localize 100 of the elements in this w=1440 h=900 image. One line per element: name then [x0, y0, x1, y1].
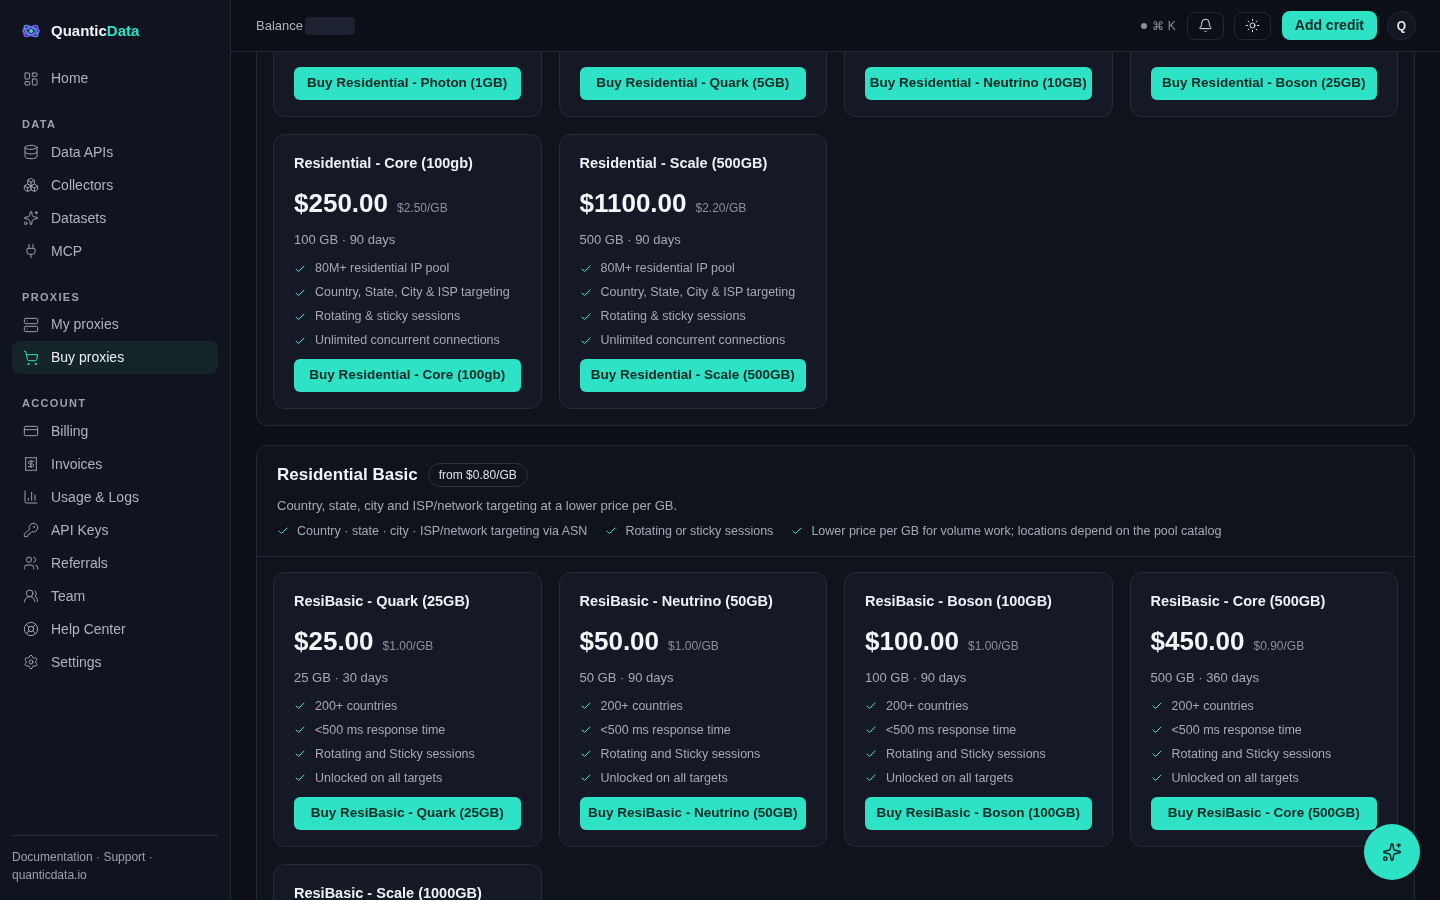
nav-section-heading: DATA [21, 117, 58, 132]
plan-terms: 25 GB · 30 days [294, 668, 389, 687]
plan-feature: Unlocked on all targets [1171, 769, 1299, 787]
plan-price: $25.00 [294, 627, 374, 654]
sidebar-item[interactable]: Help Center [12, 612, 218, 646]
avatar-button[interactable]: Q [1387, 11, 1416, 40]
atom-logo-icon [22, 24, 40, 38]
credit-card-icon [23, 423, 39, 439]
section-feature: Country · state · city · ISP/network targeting via ASN [297, 523, 588, 540]
receipt-icon [23, 456, 39, 472]
plan-terms: 100 GB · 90 days [294, 231, 397, 249]
add-credit-button[interactable]: Add credit [1281, 11, 1377, 40]
plan-feature: 200+ countries [600, 697, 683, 715]
plan-title: ResiBasic - Quark (25GB) [294, 591, 471, 611]
plan-feature: Unlimited concurrent connections [315, 332, 500, 350]
plan-feature: <500 ms response time [600, 721, 731, 739]
sidebar-item[interactable]: My proxies [12, 308, 218, 341]
per-gb-price: $1.00/GB [968, 637, 1019, 655]
plan-feature: 200+ countries [886, 697, 969, 715]
buy-button[interactable]: Buy Residential - Quark (5GB) [579, 67, 806, 100]
sidebar-item[interactable]: Data APIs [12, 135, 218, 169]
sidebar-item[interactable]: Datasets [12, 201, 218, 235]
buy-button[interactable]: Buy Residential - Neutrino (10GB) [865, 67, 1092, 100]
plan-feature: Rotating and Sticky sessions [886, 745, 1046, 763]
plug-icon [23, 243, 39, 259]
bell-icon [1197, 18, 1213, 33]
plan-feature: <500 ms response time [886, 721, 1017, 739]
plan-price: $250.00 [294, 190, 388, 216]
plan-feature: Unlimited concurrent connections [600, 332, 786, 350]
plan-feature: Unlocked on all targets [600, 769, 728, 787]
brand-name: QuanticData [51, 20, 140, 41]
plan-title: ResiBasic - Boson (100GB) [865, 591, 1053, 611]
nav-section-heading: ACCOUNT [21, 396, 88, 411]
buy-button[interactable]: Buy Residential - Core (100gb) [294, 359, 521, 392]
plan-feature: Unlocked on all targets [315, 769, 443, 787]
sidebar-footer-links: Documentation · Support · quanticdata.io [12, 849, 154, 884]
sidebar-item[interactable]: Referrals [12, 546, 218, 580]
plan-feature: Rotating & sticky sessions [600, 308, 746, 326]
buy-button[interactable]: Buy ResiBasic - Core (500GB) [1150, 796, 1377, 830]
buy-button[interactable]: Buy ResiBasic - Neutrino (50GB) [579, 796, 806, 830]
dashboard-icon [23, 70, 39, 87]
notifications-button[interactable] [1186, 11, 1224, 40]
plan-feature: Rotating & sticky sessions [315, 308, 461, 326]
plan-title: Residential - Core (100gb) [294, 154, 474, 173]
lifebuoy-icon [23, 621, 39, 637]
users-icon [23, 555, 39, 571]
plan-feature: Country, State, City & ISP targeting [315, 284, 510, 302]
sidebar-item[interactable]: Billing [12, 414, 218, 448]
buy-button[interactable]: Buy Residential - Photon (1GB) [294, 67, 521, 100]
sidebar-item[interactable]: Collectors [12, 168, 218, 202]
per-gb-price: $2.20/GB [695, 200, 747, 217]
key-icon [23, 522, 39, 538]
plan-price: $450.00 [1150, 627, 1245, 654]
plan-feature: Unlocked on all targets [886, 769, 1014, 787]
plan-title: ResiBasic - Neutrino (50GB) [579, 591, 774, 611]
section-feature: Rotating or sticky sessions [625, 523, 774, 540]
per-gb-price: $2.50/GB [397, 200, 448, 217]
section-title: Residential Basic [277, 464, 418, 486]
plan-feature: <500 ms response time [315, 721, 446, 739]
settings-icon [23, 654, 39, 670]
plan-feature: Rotating and Sticky sessions [315, 745, 475, 763]
sidebar-item[interactable]: MCP [12, 234, 218, 268]
plan-terms: 50 GB · 90 days [579, 668, 675, 687]
buy-button[interactable]: Buy ResiBasic - Quark (25GB) [294, 796, 521, 830]
sidebar-item[interactable]: Invoices [12, 447, 218, 481]
plan-feature: Rotating and Sticky sessions [600, 745, 761, 763]
plan-feature: <500 ms response time [1171, 721, 1302, 739]
buy-button[interactable]: Buy Residential - Boson (25GB) [1150, 67, 1377, 100]
sidebar-item[interactable]: API Keys [12, 513, 218, 547]
plan-terms: 500 GB · 360 days [1150, 668, 1260, 687]
cart-icon [23, 349, 39, 366]
database-icon [23, 144, 39, 160]
buy-button[interactable]: Buy ResiBasic - Boson (100GB) [865, 796, 1092, 830]
shortcut-hint: ⌘ K [1152, 17, 1176, 35]
balance-value-mask [305, 16, 355, 35]
plan-feature: 80M+ residential IP pool [315, 260, 450, 278]
section-feature: Lower price per GB for volume work; locations depend on the pool catalog [811, 523, 1222, 540]
buy-button[interactable]: Buy Residential - Scale (500GB) [579, 359, 806, 392]
nav-section-heading: PROXIES [21, 289, 82, 305]
boxes-icon [23, 177, 39, 193]
theme-toggle-button[interactable] [1233, 11, 1271, 40]
sidebar-item[interactable]: Settings [12, 645, 218, 679]
per-gb-price: $1.00/GB [382, 637, 434, 655]
sidebar-item[interactable]: Buy proxies [12, 341, 218, 374]
sidebar-item[interactable]: Home [12, 62, 218, 95]
sun-icon [1244, 18, 1260, 33]
plan-feature: Rotating and Sticky sessions [1171, 745, 1332, 763]
sidebar-item[interactable]: Team [12, 579, 218, 613]
plan-title: Residential - Scale (500GB) [579, 154, 769, 173]
plan-title: ResiBasic - Core (500GB) [1150, 591, 1327, 611]
users-icon [23, 588, 39, 604]
plan-price: $100.00 [865, 627, 959, 654]
plan-title: ResiBasic - Scale (1000GB) [294, 883, 483, 900]
sparkles-icon [23, 210, 39, 226]
sidebar-item[interactable]: Usage & Logs [12, 480, 218, 514]
plan-feature: Country, State, City & ISP targeting [600, 284, 796, 302]
server-icon [23, 316, 39, 333]
per-gb-price: $0.90/GB [1253, 637, 1305, 655]
sparkles-icon [1382, 842, 1402, 862]
section-description: Country, state, city and ISP/network targeting at a lower price per GB. [277, 496, 679, 515]
